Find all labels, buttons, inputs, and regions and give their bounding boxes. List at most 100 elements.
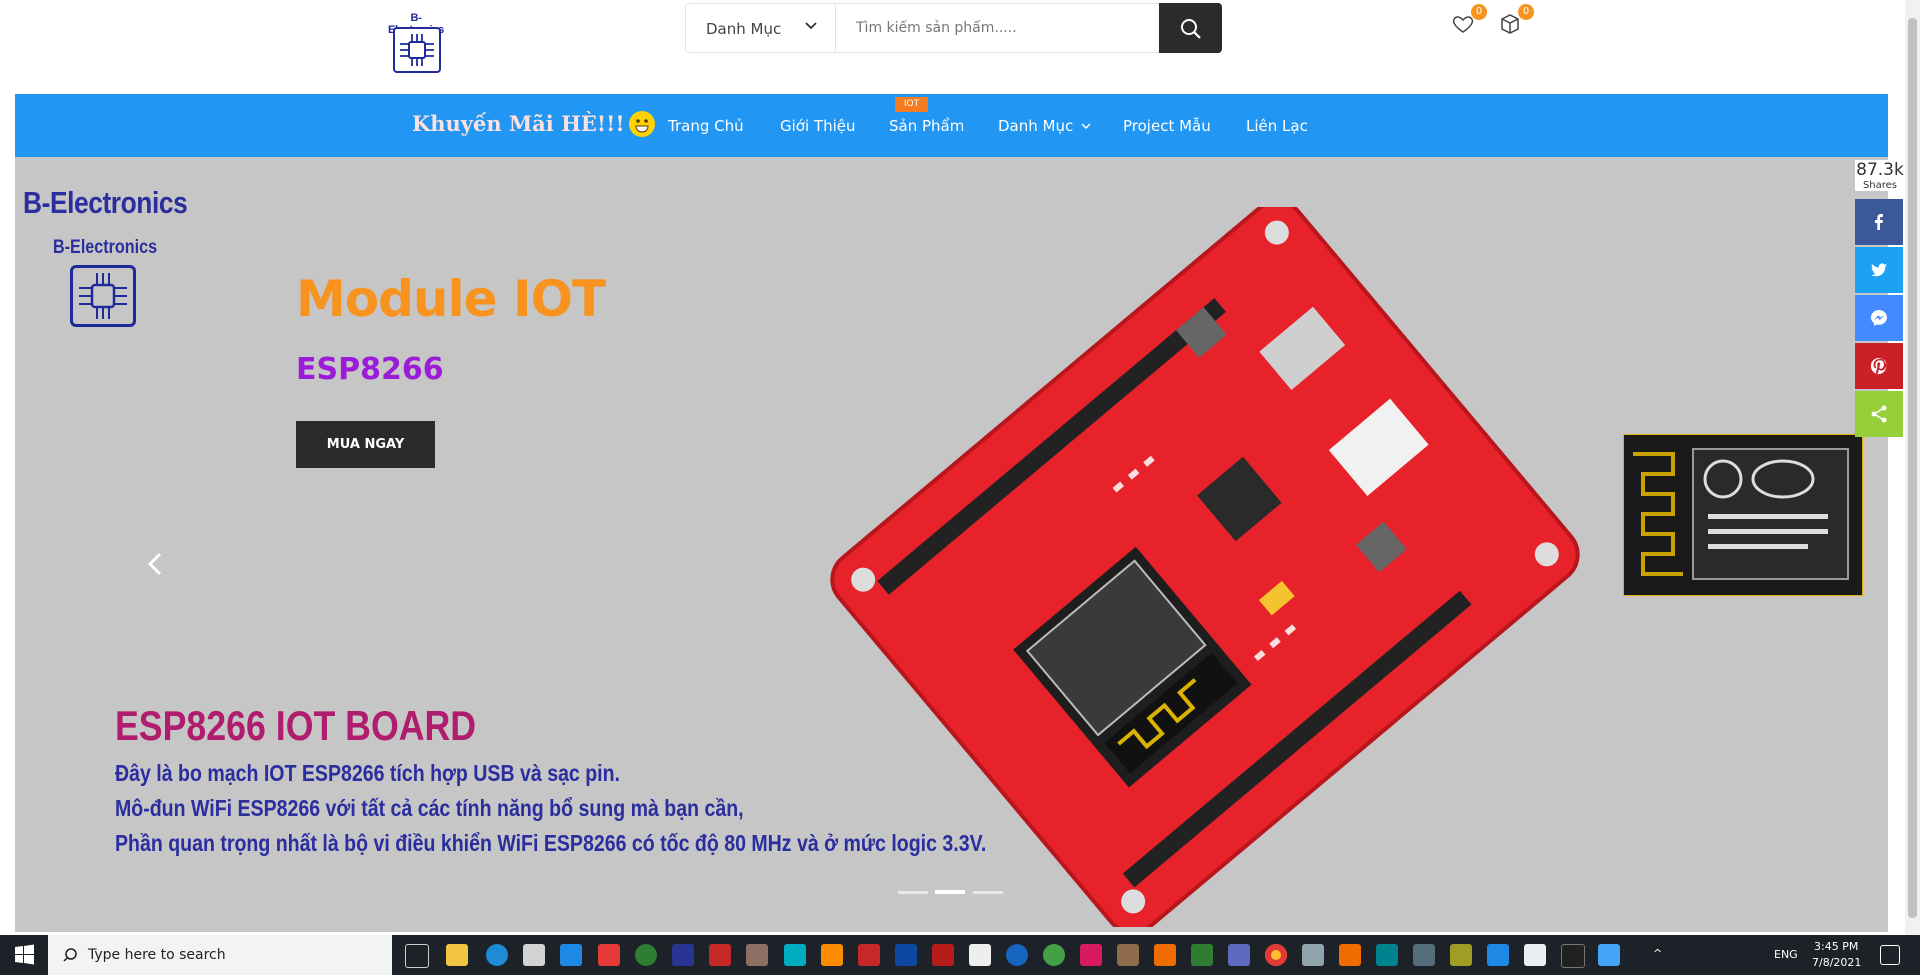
app-icon[interactable] [1339, 944, 1361, 966]
app-icon[interactable] [672, 944, 694, 966]
app-icon[interactable] [784, 944, 806, 966]
board-desc-line-1: Đây là bo mạch IOT ESP8266 tích hợp USB … [115, 760, 620, 786]
slider-dot[interactable] [973, 891, 1003, 894]
slider-prev-button[interactable] [145, 549, 165, 579]
edge-icon[interactable] [486, 944, 508, 966]
chevron-down-icon [804, 17, 818, 36]
task-view-icon[interactable] [405, 944, 429, 968]
wishlist-button[interactable]: 0 [1451, 4, 1487, 38]
share-more-button[interactable] [1855, 391, 1903, 437]
app-icon[interactable] [1413, 944, 1435, 966]
language-indicator[interactable]: ENG [1774, 948, 1798, 961]
windows-logo-icon [15, 944, 34, 965]
chevron-down-icon [1081, 123, 1091, 130]
facebook-icon [1875, 214, 1883, 230]
app-icon[interactable] [969, 944, 991, 966]
slider-dot[interactable] [898, 891, 928, 894]
chrome-icon[interactable] [1265, 944, 1287, 966]
iot-badge: IOT [895, 97, 928, 112]
esp-module-image [1623, 434, 1863, 596]
hero-brand-large: B-Electronics [23, 185, 188, 220]
nav-contact[interactable]: Liên Lạc [1246, 117, 1308, 135]
share-twitter-button[interactable] [1855, 247, 1903, 293]
share-facebook-button[interactable] [1855, 199, 1903, 245]
app-icon[interactable] [635, 944, 657, 966]
nav-categories[interactable]: Danh Mục [998, 117, 1091, 135]
nav-categories-label: Danh Mục [998, 117, 1074, 135]
main-nav: Khuyến Mãi HÈ!!! Trang Chủ Giới Thiệu IO… [15, 94, 1888, 157]
pinterest-icon [1870, 357, 1887, 375]
app-icon[interactable] [1043, 944, 1065, 966]
app-icon[interactable] [1228, 944, 1250, 966]
hero-subtitle: ESP8266 [296, 352, 444, 387]
tray-chevron-icon[interactable]: ^ [1653, 947, 1662, 960]
nav-home[interactable]: Trang Chủ [668, 117, 744, 135]
store-icon[interactable] [523, 944, 545, 966]
file-explorer-icon[interactable] [446, 944, 468, 966]
app-icon[interactable] [1154, 944, 1176, 966]
app-icon[interactable] [821, 944, 843, 966]
chip-logo-icon [70, 265, 136, 327]
wishlist-count: 0 [1471, 4, 1487, 20]
nav-projects[interactable]: Project Mẫu [1123, 117, 1211, 135]
app-icon[interactable] [1191, 944, 1213, 966]
category-select-label: Danh Mục [706, 20, 782, 38]
search-button[interactable] [1159, 3, 1222, 53]
mail-icon[interactable] [560, 944, 582, 966]
app-icon[interactable] [895, 944, 917, 966]
notepad-icon[interactable] [1524, 944, 1546, 966]
buy-now-button[interactable]: MUA NGAY [296, 421, 435, 468]
chevron-left-icon [147, 552, 162, 576]
nav-products[interactable]: Sản Phẩm [889, 117, 964, 135]
nav-about[interactable]: Giới Thiệu [780, 117, 855, 135]
hero-title: Module IOT [296, 270, 606, 328]
promo-text: Khuyến Mãi HÈ!!! [412, 111, 625, 136]
scrollbar-thumb[interactable] [1908, 18, 1917, 918]
app-icon[interactable] [1117, 944, 1139, 966]
taskbar-search[interactable]: Type here to search [48, 935, 392, 975]
twitter-icon [1871, 263, 1887, 277]
chip-logo-icon [393, 27, 441, 73]
windows-taskbar: Type here to search ^ ENG 3:45 PM 7/8/20… [0, 935, 1920, 975]
category-select[interactable]: Danh Mục [686, 4, 836, 52]
app-icon[interactable] [598, 944, 620, 966]
clock-date[interactable]: 7/8/2021 [1812, 956, 1861, 969]
app-icon[interactable] [1598, 944, 1620, 966]
search-icon [63, 948, 77, 962]
share-counter: 87.3k Shares [1855, 160, 1905, 191]
share-pinterest-button[interactable] [1855, 343, 1903, 389]
start-button[interactable] [0, 935, 48, 975]
site-logo[interactable]: B-Electronics [383, 10, 449, 73]
search-bar: Danh Mục [685, 3, 1222, 53]
hero-brand-small: B-Electronics [53, 237, 158, 258]
app-icon[interactable] [1302, 944, 1324, 966]
share-count: 87.3k [1856, 160, 1904, 180]
board-desc-line-2: Mô-đun WiFi ESP8266 với tất cả các tính … [115, 795, 744, 821]
esp8266-board-image [830, 207, 1580, 927]
messenger-icon [1871, 310, 1887, 326]
slider-dot-active[interactable] [935, 890, 965, 894]
app-icon[interactable] [1080, 944, 1102, 966]
share-icon [1871, 405, 1887, 423]
cart-button[interactable]: 0 [1498, 4, 1534, 38]
app-icon[interactable] [1376, 944, 1398, 966]
app-icon[interactable] [858, 944, 880, 966]
search-icon [1181, 19, 1201, 39]
share-messenger-button[interactable] [1855, 295, 1903, 341]
page-scrollbar[interactable] [1905, 0, 1920, 935]
app-icon[interactable] [746, 944, 768, 966]
grin-emoji-icon [628, 110, 655, 137]
promo-link[interactable]: Khuyến Mãi HÈ!!! [412, 110, 655, 139]
autocad-icon[interactable] [709, 944, 731, 966]
clock-time[interactable]: 3:45 PM [1814, 940, 1858, 953]
pickit-icon[interactable] [932, 944, 954, 966]
taskbar-search-text: Type here to search [88, 947, 226, 963]
app-icon[interactable] [1450, 944, 1472, 966]
share-label: Shares [1862, 180, 1898, 191]
notification-icon[interactable] [1880, 945, 1900, 965]
board-title: ESP8266 IOT BOARD [115, 702, 477, 749]
app-icon[interactable] [1561, 944, 1585, 968]
teamviewer-icon[interactable] [1006, 944, 1028, 966]
vscode-icon[interactable] [1487, 944, 1509, 966]
search-input[interactable] [836, 4, 1144, 52]
